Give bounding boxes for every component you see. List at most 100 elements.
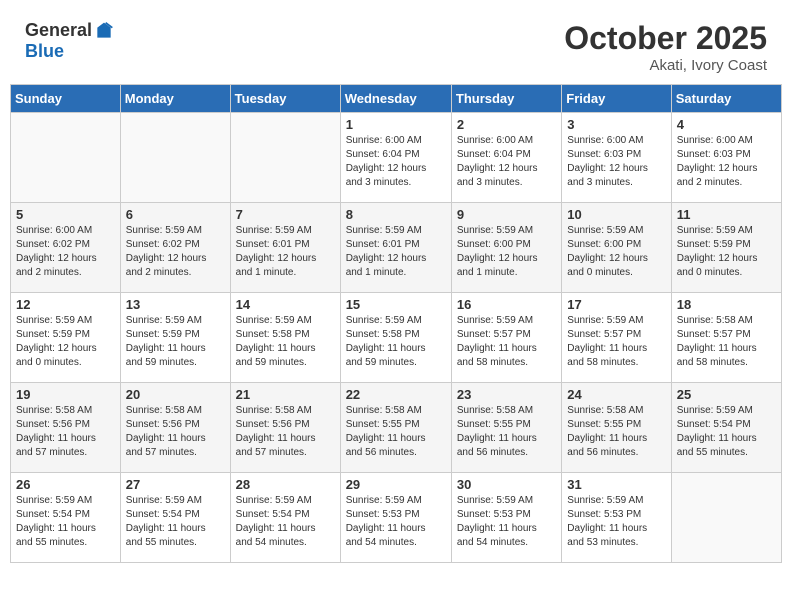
day-info: Sunrise: 5:59 AM Sunset: 5:53 PM Dayligh…	[567, 494, 665, 550]
calendar-cell: 19Sunrise: 5:58 AM Sunset: 5:56 PM Dayli…	[11, 383, 121, 473]
calendar-table: SundayMondayTuesdayWednesdayThursdayFrid…	[10, 84, 782, 563]
logo-blue-text: Blue	[25, 41, 64, 62]
day-info: Sunrise: 5:58 AM Sunset: 5:55 PM Dayligh…	[457, 404, 556, 460]
day-number: 27	[126, 477, 225, 492]
day-info: Sunrise: 5:59 AM Sunset: 5:59 PM Dayligh…	[677, 224, 776, 280]
day-number: 14	[236, 297, 335, 312]
calendar-cell: 10 Sunrise: 5:59 AM Sunset: 6:00 PM Dayli…	[562, 203, 671, 293]
calendar-cell	[671, 473, 781, 563]
day-number: 2	[457, 117, 556, 132]
weekday-header-sunday: Sunday	[11, 85, 121, 113]
day-number: 8	[346, 207, 446, 222]
calendar-cell: 18 Sunrise: 5:58 AM Sunset: 5:57 PM Dayli…	[671, 293, 781, 383]
calendar-week-row: 5 Sunrise: 6:00 AM Sunset: 6:02 PM Daylig…	[11, 203, 782, 293]
day-number: 11	[677, 207, 776, 222]
calendar-cell: 25Sunrise: 5:59 AM Sunset: 5:54 PM Dayli…	[671, 383, 781, 473]
calendar-cell: 21 Sunrise: 5:58 AM Sunset: 5:56 PM Dayli…	[230, 383, 340, 473]
day-info: Sunrise: 5:59 AM Sunset: 5:59 PM Dayligh…	[126, 314, 225, 370]
calendar-week-row: 19Sunrise: 5:58 AM Sunset: 5:56 PM Dayli…	[11, 383, 782, 473]
calendar-cell: 3Sunrise: 6:00 AM Sunset: 6:03 PM Daylig…	[562, 113, 671, 203]
day-number: 31	[567, 477, 665, 492]
day-info: Sunrise: 5:59 AM Sunset: 6:01 PM Dayligh…	[236, 224, 335, 280]
day-info: Sunrise: 5:59 AM Sunset: 6:01 PM Dayligh…	[346, 224, 446, 280]
day-number: 15	[346, 297, 446, 312]
calendar-cell: 7Sunrise: 5:59 AM Sunset: 6:01 PM Daylig…	[230, 203, 340, 293]
day-info: Sunrise: 5:58 AM Sunset: 5:56 PM Dayligh…	[236, 404, 335, 460]
day-number: 24	[567, 387, 665, 402]
calendar-cell: 14 Sunrise: 5:59 AM Sunset: 5:58 PM Dayli…	[230, 293, 340, 383]
calendar-cell: 22 Sunrise: 5:58 AM Sunset: 5:55 PM Dayli…	[340, 383, 451, 473]
day-number: 17	[567, 297, 665, 312]
calendar-cell: 29Sunrise: 5:59 AM Sunset: 5:53 PM Dayli…	[340, 473, 451, 563]
day-number: 5	[16, 207, 115, 222]
location-subtitle: Akati, Ivory Coast	[564, 57, 767, 74]
day-info: Sunrise: 6:00 AM Sunset: 6:03 PM Dayligh…	[677, 134, 776, 190]
calendar-week-row: 26 Sunrise: 5:59 AM Sunset: 5:54 PM Dayli…	[11, 473, 782, 563]
day-number: 30	[457, 477, 556, 492]
weekday-header-tuesday: Tuesday	[230, 85, 340, 113]
day-info: Sunrise: 6:00 AM Sunset: 6:04 PM Dayligh…	[346, 134, 446, 190]
calendar-week-row: 1 Sunrise: 6:00 AM Sunset: 6:04 PM Daylig…	[11, 113, 782, 203]
calendar-cell: 17Sunrise: 5:59 AM Sunset: 5:57 PM Dayli…	[562, 293, 671, 383]
calendar-cell: 2Sunrise: 6:00 AM Sunset: 6:04 PM Daylig…	[451, 113, 561, 203]
calendar-cell: 26 Sunrise: 5:59 AM Sunset: 5:54 PM Dayli…	[11, 473, 121, 563]
day-info: Sunrise: 5:59 AM Sunset: 5:54 PM Dayligh…	[677, 404, 776, 460]
day-number: 10	[567, 207, 665, 222]
weekday-header-friday: Friday	[562, 85, 671, 113]
page-header: General Blue October 2025 Akati, Ivory C…	[10, 10, 782, 79]
weekday-header-wednesday: Wednesday	[340, 85, 451, 113]
day-info: Sunrise: 5:58 AM Sunset: 5:55 PM Dayligh…	[346, 404, 446, 460]
day-number: 9	[457, 207, 556, 222]
calendar-cell: 23 Sunrise: 5:58 AM Sunset: 5:55 PM Dayli…	[451, 383, 561, 473]
day-number: 26	[16, 477, 115, 492]
calendar-header-row: SundayMondayTuesdayWednesdayThursdayFrid…	[11, 85, 782, 113]
calendar-cell: 1 Sunrise: 6:00 AM Sunset: 6:04 PM Daylig…	[340, 113, 451, 203]
day-number: 22	[346, 387, 446, 402]
day-info: Sunrise: 5:59 AM Sunset: 5:58 PM Dayligh…	[346, 314, 446, 370]
day-info: Sunrise: 5:59 AM Sunset: 5:54 PM Dayligh…	[16, 494, 115, 550]
day-info: Sunrise: 5:59 AM Sunset: 5:54 PM Dayligh…	[126, 494, 225, 550]
day-info: Sunrise: 5:59 AM Sunset: 6:00 PM Dayligh…	[457, 224, 556, 280]
calendar-cell: 30Sunrise: 5:59 AM Sunset: 5:53 PM Dayli…	[451, 473, 561, 563]
calendar-cell: 6Sunrise: 5:59 AM Sunset: 6:02 PM Daylig…	[120, 203, 230, 293]
day-info: Sunrise: 5:58 AM Sunset: 5:57 PM Dayligh…	[677, 314, 776, 370]
day-info: Sunrise: 5:58 AM Sunset: 5:55 PM Dayligh…	[567, 404, 665, 460]
logo-icon	[94, 21, 114, 41]
day-info: Sunrise: 6:00 AM Sunset: 6:02 PM Dayligh…	[16, 224, 115, 280]
calendar-cell: 13 Sunrise: 5:59 AM Sunset: 5:59 PM Dayli…	[120, 293, 230, 383]
day-number: 29	[346, 477, 446, 492]
weekday-header-monday: Monday	[120, 85, 230, 113]
calendar-cell: 20 Sunrise: 5:58 AM Sunset: 5:56 PM Dayli…	[120, 383, 230, 473]
day-number: 16	[457, 297, 556, 312]
calendar-cell: 15 Sunrise: 5:59 AM Sunset: 5:58 PM Dayli…	[340, 293, 451, 383]
day-info: Sunrise: 5:59 AM Sunset: 5:54 PM Dayligh…	[236, 494, 335, 550]
calendar-cell: 9 Sunrise: 5:59 AM Sunset: 6:00 PM Daylig…	[451, 203, 561, 293]
calendar-cell: 4 Sunrise: 6:00 AM Sunset: 6:03 PM Daylig…	[671, 113, 781, 203]
day-number: 12	[16, 297, 115, 312]
day-number: 13	[126, 297, 225, 312]
day-number: 21	[236, 387, 335, 402]
calendar-cell: 12 Sunrise: 5:59 AM Sunset: 5:59 PM Dayli…	[11, 293, 121, 383]
day-info: Sunrise: 5:59 AM Sunset: 5:58 PM Dayligh…	[236, 314, 335, 370]
calendar-cell	[11, 113, 121, 203]
day-number: 1	[346, 117, 446, 132]
logo: General Blue	[25, 20, 114, 62]
calendar-cell: 28 Sunrise: 5:59 AM Sunset: 5:54 PM Dayli…	[230, 473, 340, 563]
day-info: Sunrise: 5:58 AM Sunset: 5:56 PM Dayligh…	[16, 404, 115, 460]
day-info: Sunrise: 6:00 AM Sunset: 6:03 PM Dayligh…	[567, 134, 665, 190]
calendar-cell: 24 Sunrise: 5:58 AM Sunset: 5:55 PM Dayli…	[562, 383, 671, 473]
day-number: 28	[236, 477, 335, 492]
calendar-cell	[230, 113, 340, 203]
calendar-week-row: 12 Sunrise: 5:59 AM Sunset: 5:59 PM Dayli…	[11, 293, 782, 383]
day-info: Sunrise: 5:59 AM Sunset: 6:00 PM Dayligh…	[567, 224, 665, 280]
day-info: Sunrise: 5:59 AM Sunset: 6:02 PM Dayligh…	[126, 224, 225, 280]
day-number: 23	[457, 387, 556, 402]
day-number: 18	[677, 297, 776, 312]
title-section: October 2025 Akati, Ivory Coast	[564, 20, 767, 74]
day-info: Sunrise: 5:58 AM Sunset: 5:56 PM Dayligh…	[126, 404, 225, 460]
logo-general-text: General	[25, 20, 92, 41]
day-info: Sunrise: 5:59 AM Sunset: 5:59 PM Dayligh…	[16, 314, 115, 370]
day-number: 4	[677, 117, 776, 132]
day-number: 20	[126, 387, 225, 402]
calendar-cell: 8 Sunrise: 5:59 AM Sunset: 6:01 PM Daylig…	[340, 203, 451, 293]
